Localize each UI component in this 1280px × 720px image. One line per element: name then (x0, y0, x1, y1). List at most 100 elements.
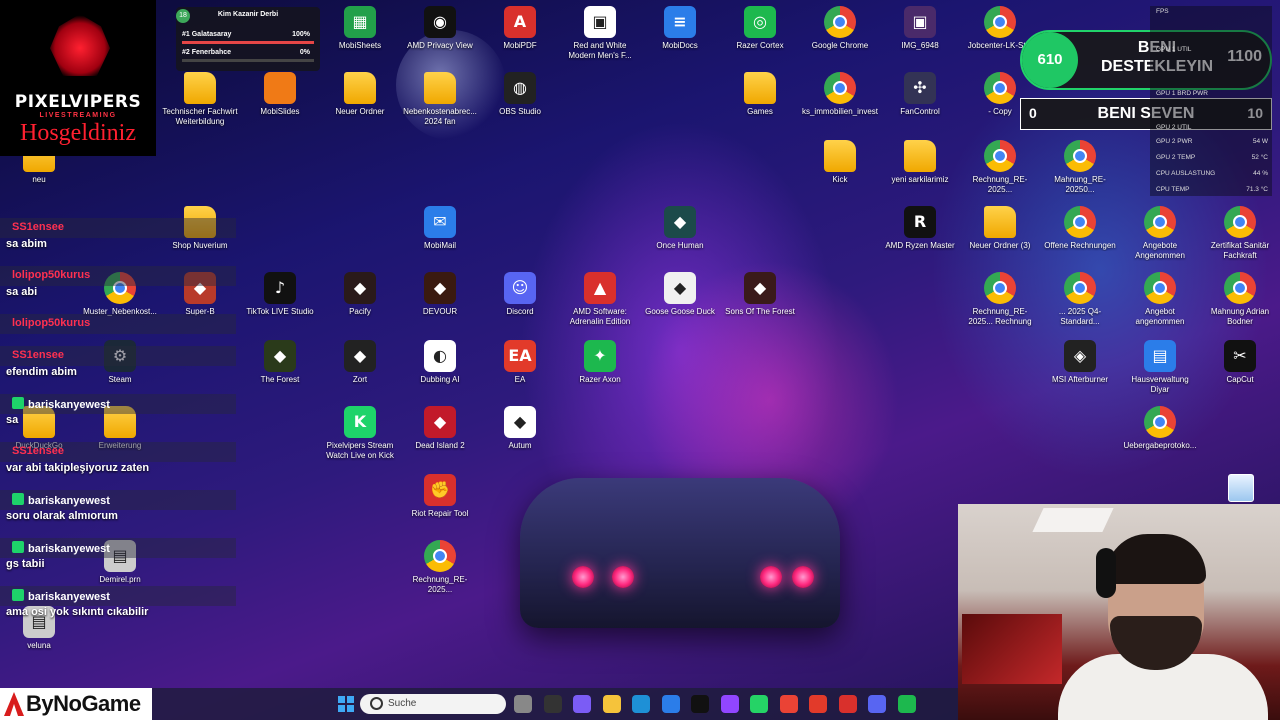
desktop-icon[interactable]: MobiSlides (241, 72, 319, 117)
twitch-icon[interactable] (720, 695, 739, 713)
desktop-icon[interactable]: ☺ Discord (481, 272, 559, 317)
dubbing-icon: ◐ (424, 340, 456, 372)
poll-option-label: #2 Fenerbahce (182, 49, 232, 56)
desktop-icon[interactable]: Nebenkostenabrec... 2024 fan (401, 72, 479, 127)
desktop-icon-label: Pixelvipers Stream Watch Live on Kick (326, 441, 394, 460)
chrome-icon (824, 6, 856, 38)
msi-icon: ◈ (1064, 340, 1096, 372)
desktop-icon[interactable]: ✂ CapCut (1201, 340, 1279, 385)
copilot-icon[interactable] (573, 695, 591, 713)
desktop-icon[interactable]: ◆ Dead Island 2 (401, 406, 479, 451)
love-current: 0 (1029, 105, 1037, 121)
chrome-icon[interactable] (779, 695, 798, 713)
hw-label: GPU 2 UTIL (1156, 124, 1192, 131)
desktop-icon[interactable]: Angebot angenommen (1121, 272, 1199, 327)
docs-icon: ≡ (664, 6, 696, 38)
recycle-bin-icon[interactable] (1228, 474, 1254, 502)
mail-icon[interactable] (661, 695, 680, 713)
desktop-icon[interactable]: A MobiPDF (481, 6, 559, 51)
amd-icon: ▲ (584, 272, 616, 304)
search-placeholder: Suche (388, 698, 417, 709)
desktop-icon[interactable]: Rechnung_RE-2025... (401, 540, 479, 595)
chat-username: lolipop50kurus (12, 317, 91, 329)
desktop-icon[interactable]: ✦ Razer Axon (561, 340, 639, 385)
desktop-icon-label: Autum (508, 441, 532, 450)
desktop-icon-label: Neuer Ordner (3) (969, 241, 1031, 250)
desktop-icon[interactable]: ◐ Dubbing AI (401, 340, 479, 385)
desktop-icon[interactable]: Kick (801, 140, 879, 185)
desktop-icon[interactable]: ▣ IMG_6948 (881, 6, 959, 51)
file-explorer-icon[interactable] (602, 695, 621, 713)
desktop-icon[interactable]: Mahnung Adrian Bodner (1201, 272, 1279, 327)
chat-user-row: bariskanyewest (0, 394, 236, 414)
desktop-icon[interactable]: Neuer Ordner (3) (961, 206, 1039, 251)
amd-icon[interactable] (838, 695, 857, 713)
pdf-icon: A (504, 6, 536, 38)
whatsapp-icon[interactable] (750, 695, 768, 713)
start-button[interactable] (338, 696, 354, 712)
desktop-icon[interactable]: ✣ FanControl (881, 72, 959, 117)
desktop-icon[interactable]: ♪ TikTok LIVE Studio (241, 272, 319, 317)
desktop-icon-label: Dead Island 2 (415, 441, 465, 450)
desktop-icon[interactable]: Neuer Ordner (321, 72, 399, 117)
desktop-icon[interactable]: ◍ OBS Studio (481, 72, 559, 117)
edge-icon[interactable] (632, 695, 650, 713)
desktop-icon[interactable]: ◆ Once Human (641, 206, 719, 251)
desktop-icon-label: MobiSheets (338, 41, 382, 50)
desktop-icon[interactable]: Technischer Fachwirt Weiterbildung (161, 72, 239, 127)
desktop-icon[interactable]: Rechnung_RE-2025... Rechnung Jörg Gärt..… (961, 272, 1039, 327)
desktop-icon[interactable]: ◈ MSI Afterburner (1041, 340, 1119, 385)
desktop-icon[interactable]: ... 2025 Q4-Standard... (1041, 272, 1119, 327)
desktop-icon[interactable]: Games (721, 72, 799, 117)
desktop-icon[interactable]: Rechnung_RE-2025... Abschlagsrechnung (961, 140, 1039, 195)
desktop-icon[interactable]: ◎ Razer Cortex (721, 6, 799, 51)
webcam-pc-case (962, 614, 1062, 684)
desktop-icon[interactable]: Uebergabeprotoko... (1121, 406, 1199, 451)
desktop-icon[interactable]: Mahnung_RE-20250... (1041, 140, 1119, 195)
hw-label: GPU 1 UTIL (1156, 46, 1192, 53)
desktop-icon[interactable]: ◆ Pacify (321, 272, 399, 317)
razer-icon[interactable] (897, 695, 916, 713)
desktop-icon-label: Neuer Ordner (335, 107, 385, 116)
desktop-icon[interactable]: ▤ Hausverwaltung Diyar (1121, 340, 1199, 395)
desktop-icon[interactable]: ◆ Sons Of The Forest (721, 272, 799, 317)
desktop-icon[interactable]: ◆ DEVOUR (401, 272, 479, 317)
desktop-icon[interactable]: Google Chrome (801, 6, 879, 51)
kick-badge-icon (12, 589, 24, 601)
desktop-icon[interactable]: Zertifikat Sanitär Fachkraft (1201, 206, 1279, 261)
taskbar-search[interactable]: Suche (360, 694, 506, 714)
desktop-icon[interactable]: yeni sarkilarimiz (881, 140, 959, 185)
desktop-icon[interactable]: ✉ MobiMail (401, 206, 479, 251)
tiktok-icon[interactable] (691, 695, 709, 713)
ea-icon[interactable] (809, 695, 827, 713)
desktop-icon[interactable]: ≡ MobiDocs (641, 6, 719, 51)
obs-icon[interactable] (543, 695, 562, 713)
desktop-icon[interactable]: ◆ The Forest (241, 340, 319, 385)
desktop-icon[interactable]: R AMD Ryzen Master (881, 206, 959, 251)
desktop-icon-label: yeni sarkilarimiz (891, 175, 949, 184)
desktop-icon[interactable]: ◉ AMD Privacy View (401, 6, 479, 51)
desktop-icon-label: IMG_6948 (901, 41, 939, 50)
desktop-icon-label: Shop Nuverium (172, 241, 228, 250)
webcam-headset (1096, 548, 1116, 598)
desktop-icon[interactable]: ◆ Zort (321, 340, 399, 385)
desktop-icon[interactable]: Angebote Angenommen (1121, 206, 1199, 261)
desktop-icon[interactable]: ◆ Goose Goose Duck (641, 272, 719, 317)
desktop-icon[interactable]: Offene Rechnungen (1041, 206, 1119, 251)
desktop-icon[interactable]: K Pixelvipers Stream Watch Live on Kick (321, 406, 399, 461)
desktop-icon[interactable]: ▲ AMD Software: Adrenalin Edition (561, 272, 639, 327)
desktop-icon[interactable]: ▦ MobiSheets (321, 6, 399, 51)
task-view-icon[interactable] (514, 695, 532, 713)
folder-icon (184, 72, 216, 104)
chat-user-row: SS1ensee (0, 442, 236, 462)
desktop-icon[interactable]: ◆ Autum (481, 406, 559, 451)
desktop-icon[interactable]: ▣ Red and White Modern Men's F... (561, 6, 639, 61)
desktop-icon-label: AMD Ryzen Master (885, 241, 955, 250)
chat-username: lolipop50kurus (12, 269, 91, 281)
desktop-icon-label: MobiPDF (503, 41, 537, 50)
desktop-icon[interactable]: EA EA (481, 340, 559, 385)
desktop-icon[interactable]: ks_immobilien_invest (801, 72, 879, 117)
desktop-icon[interactable]: ✊ Riot Repair Tool (401, 474, 479, 519)
desktop-icon-label: TikTok LIVE Studio (246, 307, 314, 316)
discord-icon[interactable] (868, 695, 886, 713)
